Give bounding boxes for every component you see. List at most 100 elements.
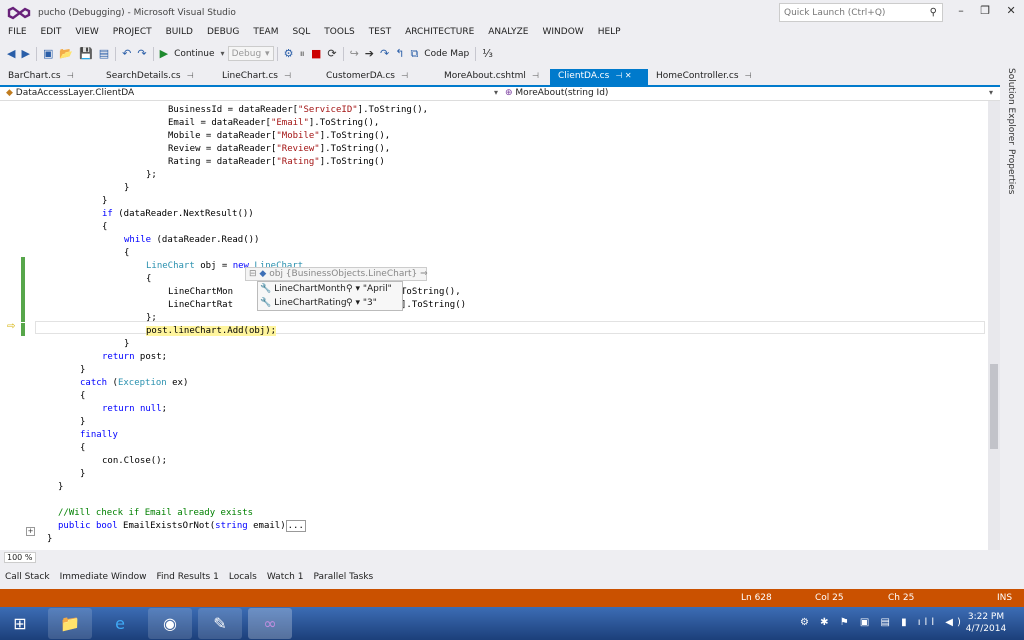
code-token: Rating = dataReader[ [168, 157, 277, 167]
visual-studio-taskbar-icon[interactable]: ∞ [248, 608, 292, 639]
minimize-icon[interactable]: – [958, 4, 964, 17]
menu-item-project[interactable]: PROJECT [105, 26, 158, 42]
zoom-select[interactable]: 100 % [4, 552, 36, 563]
firefox-icon[interactable]: ◉ [148, 608, 192, 639]
menu-item-architecture[interactable]: ARCHITECTURE [397, 26, 480, 42]
attach-icon[interactable]: ⚙ [281, 45, 297, 63]
solution-explorer-tab[interactable]: Solution Explorer [1006, 68, 1016, 145]
pin-icon[interactable]: ⊣ ✕ [615, 71, 631, 80]
internet-explorer-icon[interactable]: e [98, 608, 142, 639]
tool-window-tab-immediate-window[interactable]: Immediate Window [55, 572, 152, 582]
code-map-icon[interactable]: ⧉ [407, 45, 421, 63]
forward-icon[interactable]: ▶ [18, 45, 32, 63]
tab-searchdetails-cs[interactable]: SearchDetails.cs ⊣ [98, 69, 214, 85]
pin-icon[interactable]: ⊣ [401, 71, 408, 80]
tab-clientda-cs[interactable]: ClientDA.cs ⊣ ✕ [550, 69, 648, 85]
debug-datatip[interactable]: ⊟ ◆ obj {BusinessObjects.LineChart} ⇒ 🔧 … [245, 267, 428, 311]
restore-icon[interactable]: ❐ [980, 4, 990, 17]
collapsed-block-indicator[interactable]: ... [285, 520, 306, 532]
tab-label: HomeController.cs [656, 71, 739, 81]
code-line: //Will check if Email already exists [0, 507, 988, 520]
new-project-icon[interactable]: ▣ [40, 45, 56, 63]
tab-customerda-cs[interactable]: CustomerDA.cs ⊣ [318, 69, 436, 85]
pin-icon[interactable]: ⊣ [532, 71, 539, 80]
pin-icon[interactable]: ⇒ [420, 269, 428, 279]
file-explorer-icon[interactable]: 📁 [48, 608, 92, 639]
menu-item-file[interactable]: FILE [0, 26, 33, 42]
code-line: }; [0, 312, 988, 325]
continue-button[interactable]: Continue [171, 49, 217, 59]
pause-icon[interactable]: ⏸ [296, 45, 308, 63]
menu-item-view[interactable]: VIEW [67, 26, 104, 42]
save-all-icon[interactable]: ▤ [96, 45, 112, 63]
show-next-statement-icon[interactable]: ↪ [347, 45, 362, 63]
menu-item-build[interactable]: BUILD [158, 26, 199, 42]
code-line: } [0, 481, 988, 494]
tool-window-tab-locals[interactable]: Locals [224, 572, 262, 582]
menu-item-tools[interactable]: TOOLS [316, 26, 360, 42]
code-token: post; [134, 352, 168, 362]
document-tabs: BarChart.cs ⊣ SearchDetails.cs ⊣ LineChart.c… [0, 69, 1000, 85]
code-map-button[interactable]: Code Map [421, 49, 472, 59]
code-line: { [0, 442, 988, 455]
menu-item-team[interactable]: TEAM [245, 26, 284, 42]
pin-icon[interactable]: ⊣ [67, 71, 74, 80]
datatip-row[interactable]: 🔧 LineChartRating ⚲ ▾ "3" [258, 297, 404, 311]
menu-item-analyze[interactable]: ANALYZE [480, 26, 534, 42]
restart-icon[interactable]: ⟳ [324, 45, 339, 63]
back-icon[interactable]: ◀ [4, 45, 18, 63]
stop-icon[interactable]: ■ [308, 45, 324, 63]
tool-window-tab-watch-1[interactable]: Watch 1 [262, 572, 309, 582]
tools-icon[interactable]: ✎ [198, 608, 242, 639]
pin-icon[interactable]: ⊣ [745, 71, 752, 80]
vertical-scrollbar[interactable] [988, 101, 1000, 550]
tool-window-tab-call-stack[interactable]: Call Stack [0, 572, 55, 582]
close-icon[interactable]: ✕ [1007, 4, 1016, 17]
member-dropdown[interactable]: ⊕ MoreAbout(string Id) ▾ [505, 88, 995, 100]
tab-homecontroller-cs[interactable]: HomeController.cs ⊣ [648, 69, 754, 85]
chevron-down-icon[interactable]: ▾ [218, 45, 228, 63]
menu-item-edit[interactable]: EDIT [33, 26, 68, 42]
menu-item-debug[interactable]: DEBUG [199, 26, 245, 42]
magnifier-icon[interactable]: ⚲ ▾ [346, 298, 360, 308]
quick-launch-input[interactable]: Quick Launch (Ctrl+Q) ⚲ [779, 3, 943, 22]
tab-barchart-cs[interactable]: BarChart.cs ⊣ [0, 69, 98, 85]
tool-window-tab-find-results-1[interactable]: Find Results 1 [151, 572, 223, 582]
properties-tab[interactable]: Properties [1006, 149, 1016, 194]
undo-icon[interactable]: ↶ [119, 45, 134, 63]
open-file-icon[interactable]: 📂 [56, 45, 76, 63]
redo-icon[interactable]: ↷ [134, 45, 149, 63]
menu-item-test[interactable]: TEST [361, 26, 397, 42]
step-over-icon[interactable]: ↷ [377, 45, 392, 63]
scroll-thumb[interactable] [990, 364, 998, 449]
tab-linechart-cs[interactable]: LineChart.cs ⊣ [214, 69, 318, 85]
code-line: }; [0, 169, 988, 182]
menu-item-help[interactable]: HELP [590, 26, 627, 42]
code-token: ( [107, 378, 118, 388]
system-tray-icons[interactable]: ⚙ ✱ ⚑ ▣ ▤ ▮ ıll ◀) [800, 617, 965, 628]
code-editor[interactable]: ⇨ BusinessId = dataReader["ServiceID"].T… [0, 101, 988, 550]
type-dropdown[interactable]: ◆ DataAccessLayer.ClientDA ▾ [6, 88, 500, 100]
outline-expand-icon[interactable]: + [26, 527, 35, 536]
step-out-icon[interactable]: ↰ [392, 45, 407, 63]
start-button-icon[interactable]: ⊞ [0, 608, 40, 639]
tab-moreabout-cshtml[interactable]: MoreAbout.cshtml ⊣ [436, 69, 550, 85]
magnifier-icon[interactable]: ⚲ ▾ [346, 284, 360, 294]
system-clock[interactable]: 3:22 PM 4/7/2014 [962, 611, 1010, 635]
configuration-select[interactable]: Debug ▾ [227, 46, 274, 61]
menu-item-sql[interactable]: SQL [284, 26, 316, 42]
collapse-icon[interactable]: ⊟ [249, 269, 257, 279]
datatip-row[interactable]: 🔧 LineChartMonth ⚲ ▾ "April" [258, 283, 404, 297]
tool-window-tab-parallel-tasks[interactable]: Parallel Tasks [308, 572, 378, 582]
hex-display-icon[interactable]: ⅓ [479, 45, 496, 63]
pin-icon[interactable]: ⊣ [187, 71, 194, 80]
code-token: "Email" [270, 118, 309, 128]
separator [152, 46, 154, 61]
title-bar: pucho (Debugging) - Microsoft Visual Stu… [0, 0, 1024, 26]
continue-icon[interactable]: ▶ [157, 45, 171, 63]
pin-icon[interactable]: ⊣ [284, 71, 291, 80]
save-icon[interactable]: 💾 [76, 45, 96, 63]
step-into-icon[interactable]: ➔ [362, 45, 377, 63]
datatip-header[interactable]: ⊟ ◆ obj {BusinessObjects.LineChart} ⇒ [245, 267, 428, 281]
menu-item-window[interactable]: WINDOW [534, 26, 589, 42]
